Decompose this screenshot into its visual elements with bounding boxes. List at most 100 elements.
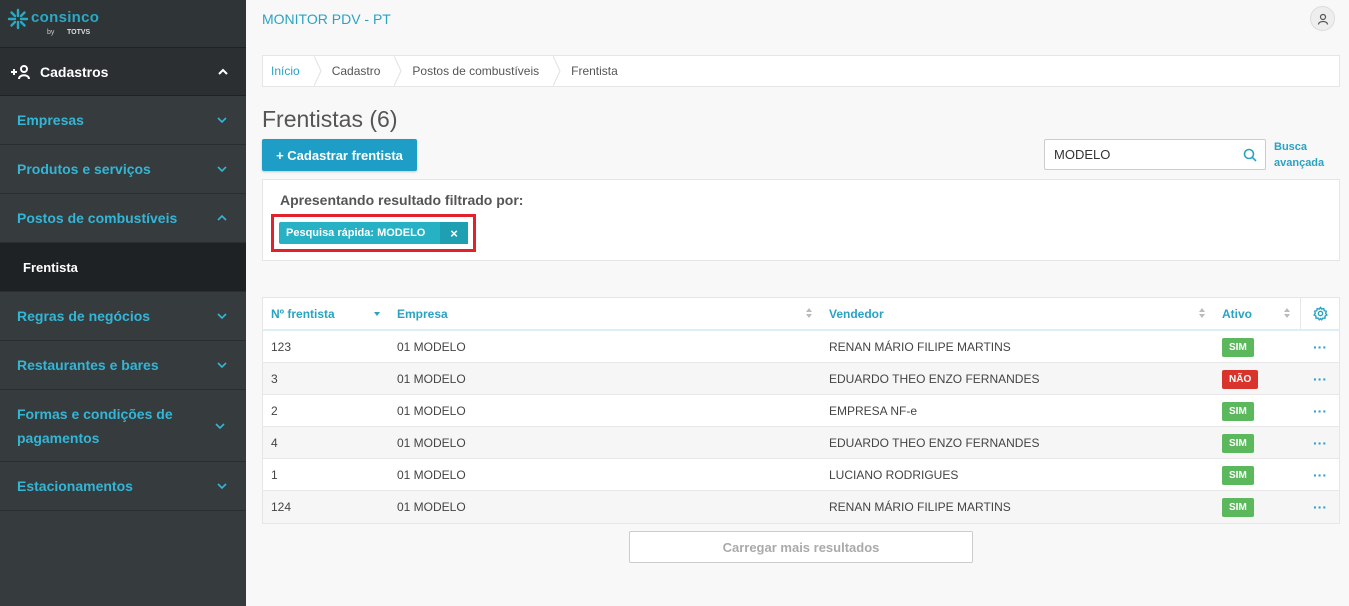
close-icon[interactable]: × xyxy=(440,222,468,244)
cell-numero: 4 xyxy=(271,436,278,450)
cell-empresa: 01 MODELO xyxy=(397,436,466,450)
gear-icon[interactable] xyxy=(1313,306,1328,321)
row-actions-button[interactable]: ··· xyxy=(1313,363,1327,395)
filter-title: Apresentando resultado filtrado por: xyxy=(280,192,524,208)
sidebar-item-label: Regras de negócios xyxy=(17,308,151,324)
status-badge: SIM xyxy=(1222,401,1254,421)
sidebar-item-regras[interactable]: Regras de negócios xyxy=(0,292,246,341)
chevron-up-icon xyxy=(218,68,228,75)
brand-name: consinco xyxy=(31,9,100,26)
table-row[interactable]: 4 01 MODELO EDUARDO THEO ENZO FERNANDES … xyxy=(263,427,1339,459)
sidebar-item-frentista[interactable]: Frentista xyxy=(0,243,246,292)
sidebar-item-label: Formas e condições de pagamentos xyxy=(17,405,173,446)
sidebar-item-label: Estacionamentos xyxy=(17,478,133,494)
sidebar-item-label: Empresas xyxy=(17,112,84,128)
cell-empresa: 01 MODELO xyxy=(397,372,466,386)
filter-chip-highlight: Pesquisa rápida: MODELO × xyxy=(271,214,476,252)
row-actions-button[interactable]: ··· xyxy=(1313,427,1327,459)
user-menu-button[interactable] xyxy=(1310,6,1335,31)
brand-partner: TOTVS xyxy=(67,29,91,36)
breadcrumb-separator xyxy=(313,56,322,86)
sort-desc-icon[interactable] xyxy=(373,310,381,318)
cell-numero: 2 xyxy=(271,404,278,418)
sidebar-item-label: Postos de combustíveis xyxy=(17,210,178,226)
column-header-vendedor[interactable]: Vendedor xyxy=(829,298,884,329)
sidebar-item-postos[interactable]: Postos de combustíveis xyxy=(0,194,246,243)
cell-vendedor: EDUARDO THEO ENZO FERNANDES xyxy=(829,372,1040,386)
chevron-down-icon xyxy=(215,422,225,429)
sidebar-item-estacionamentos[interactable]: Estacionamentos xyxy=(0,462,246,511)
status-badge: SIM xyxy=(1222,337,1254,357)
table-row[interactable]: 124 01 MODELO RENAN MÁRIO FILIPE MARTINS… xyxy=(263,491,1339,523)
cell-numero: 3 xyxy=(271,372,278,386)
sidebar-item-produtos[interactable]: Produtos e serviços xyxy=(0,145,246,194)
chevron-down-icon xyxy=(217,117,227,124)
breadcrumb-postos[interactable]: Postos de combustíveis xyxy=(402,56,553,86)
row-actions-button[interactable]: ··· xyxy=(1313,459,1327,491)
sidebar-item-empresas[interactable]: Empresas xyxy=(0,96,246,145)
logo: consinco by TOTVS xyxy=(0,0,246,47)
status-badge: SIM xyxy=(1222,433,1254,453)
status-badge: SIM xyxy=(1222,497,1254,517)
cell-numero: 1 xyxy=(271,468,278,482)
sidebar-section-cadastros[interactable]: Cadastros xyxy=(0,47,246,96)
chevron-down-icon xyxy=(217,483,227,490)
breadcrumb-cadastro[interactable]: Cadastro xyxy=(322,56,395,86)
sidebar-item-restaurantes[interactable]: Restaurantes e bares xyxy=(0,341,246,390)
breadcrumb-inicio[interactable]: Início xyxy=(263,56,314,86)
user-icon xyxy=(1317,13,1328,25)
chevron-down-icon xyxy=(217,362,227,369)
load-more-button[interactable]: Carregar mais resultados xyxy=(629,531,973,563)
cell-empresa: 01 MODELO xyxy=(397,340,466,354)
cell-numero: 124 xyxy=(271,500,292,514)
search-value: MODELO xyxy=(1054,147,1111,162)
chevron-up-icon xyxy=(217,214,227,221)
sidebar-item-label: Frentista xyxy=(23,259,78,275)
cell-vendedor: LUCIANO RODRIGUES xyxy=(829,468,959,482)
add-user-icon xyxy=(11,64,30,79)
sidebar-item-formas-pagamento[interactable]: Formas e condições de pagamentos xyxy=(0,390,246,462)
table-row[interactable]: 1 01 MODELO LUCIANO RODRIGUES SIM ··· xyxy=(263,459,1339,491)
chevron-down-icon xyxy=(217,166,227,173)
consinco-logo-icon xyxy=(7,8,29,30)
add-frentista-button[interactable]: + Cadastrar frentista xyxy=(262,139,417,171)
breadcrumb: Início Cadastro Postos de combustíveis F… xyxy=(262,55,1340,87)
cell-empresa: 01 MODELO xyxy=(397,468,466,482)
cell-vendedor: RENAN MÁRIO FILIPE MARTINS xyxy=(829,500,1011,514)
cell-empresa: 01 MODELO xyxy=(397,404,466,418)
search-icon[interactable] xyxy=(1235,148,1265,162)
row-actions-button[interactable]: ··· xyxy=(1313,395,1327,427)
filter-chip: Pesquisa rápida: MODELO × xyxy=(279,222,468,244)
column-divider xyxy=(1300,298,1301,329)
row-actions-button[interactable]: ··· xyxy=(1313,491,1327,523)
cell-numero: 123 xyxy=(271,340,292,354)
table-row[interactable]: 3 01 MODELO EDUARDO THEO ENZO FERNANDES … xyxy=(263,363,1339,395)
frentistas-table: Nº frentista Empresa Vendedor Ativo 123 … xyxy=(262,297,1340,524)
column-header-empresa[interactable]: Empresa xyxy=(397,298,448,329)
sidebar: consinco by TOTVS Cadastros Empresas Pro… xyxy=(0,0,246,606)
sidebar-item-label: Restaurantes e bares xyxy=(17,357,159,373)
advanced-search-link[interactable]: Busca avançada xyxy=(1274,139,1334,171)
table-header: Nº frentista Empresa Vendedor Ativo xyxy=(263,298,1339,331)
sidebar-header-label: Cadastros xyxy=(40,63,109,80)
app-title: MONITOR PDV - PT xyxy=(262,11,391,27)
page-title: Frentistas (6) xyxy=(262,106,398,132)
search-input[interactable]: MODELO xyxy=(1044,139,1266,170)
breadcrumb-separator xyxy=(394,56,402,86)
breadcrumb-frentista: Frentista xyxy=(571,64,618,78)
row-actions-button[interactable]: ··· xyxy=(1313,331,1327,363)
cell-vendedor: RENAN MÁRIO FILIPE MARTINS xyxy=(829,340,1011,354)
filter-panel: Apresentando resultado filtrado por: Pes… xyxy=(262,179,1340,261)
table-row[interactable]: 2 01 MODELO EMPRESA NF-e SIM ··· xyxy=(263,395,1339,427)
chevron-down-icon xyxy=(217,313,227,320)
sort-icon[interactable] xyxy=(1198,307,1206,319)
sidebar-item-label: Produtos e serviços xyxy=(17,161,151,177)
column-header-numero[interactable]: Nº frentista xyxy=(271,298,335,329)
cell-vendedor: EDUARDO THEO ENZO FERNANDES xyxy=(829,436,1040,450)
sort-icon[interactable] xyxy=(1283,307,1291,319)
breadcrumb-separator xyxy=(553,56,561,86)
column-header-ativo[interactable]: Ativo xyxy=(1222,298,1252,329)
cell-vendedor: EMPRESA NF-e xyxy=(829,404,918,418)
sort-icon[interactable] xyxy=(805,307,813,319)
table-row[interactable]: 123 01 MODELO RENAN MÁRIO FILIPE MARTINS… xyxy=(263,331,1339,363)
